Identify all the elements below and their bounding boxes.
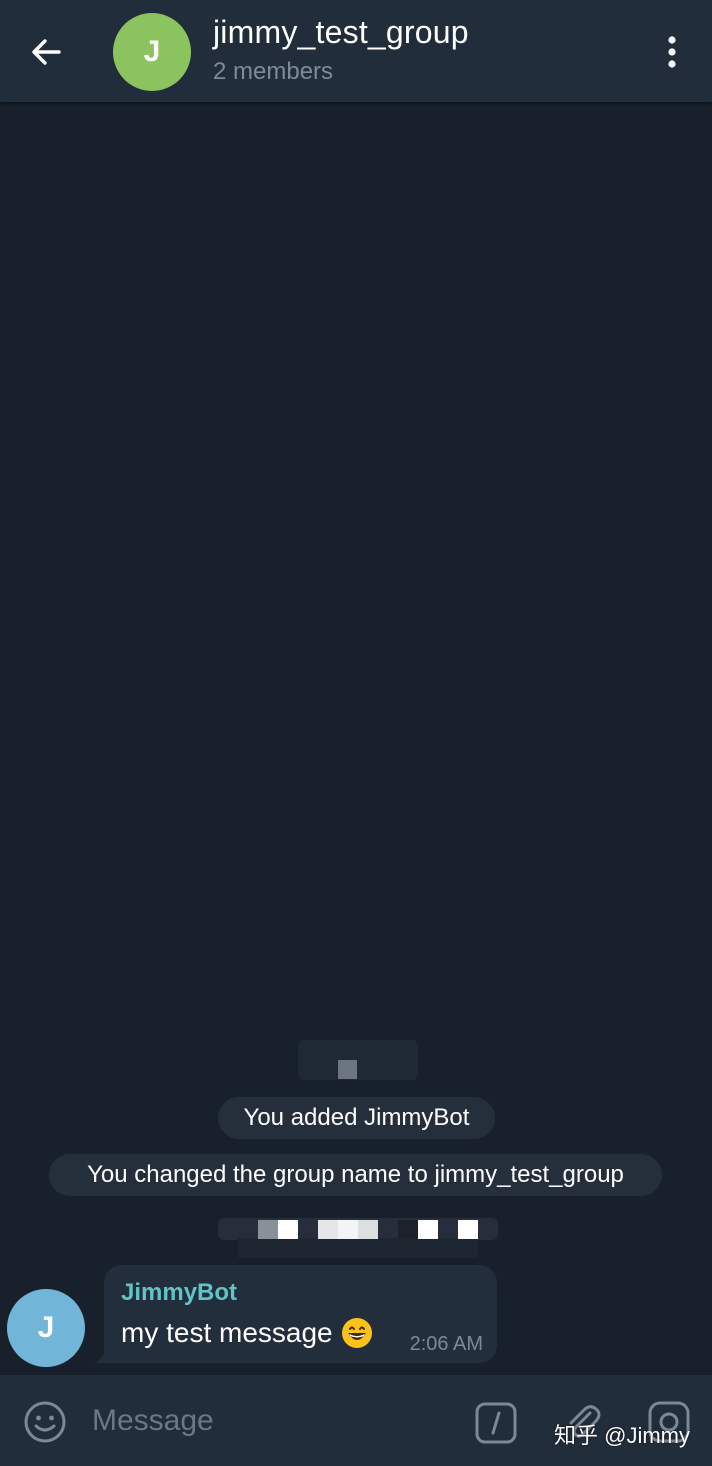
redacted-pixel	[338, 1220, 358, 1239]
grinning-face-emoji-icon	[341, 1318, 372, 1348]
sender-avatar[interactable]: J	[7, 1289, 85, 1367]
slash-command-icon[interactable]	[474, 1401, 518, 1445]
more-vertical-icon	[668, 36, 676, 68]
redacted-pixel	[338, 1060, 357, 1079]
sender-name[interactable]: JimmyBot	[121, 1279, 237, 1307]
redacted-pixel	[358, 1220, 378, 1239]
message-input[interactable]	[92, 1397, 452, 1445]
smile-icon[interactable]	[22, 1399, 68, 1445]
group-title[interactable]: jimmy_test_group	[213, 14, 469, 51]
members-count: 2 members	[213, 58, 334, 85]
redacted-pixel	[418, 1220, 438, 1239]
service-message-added: You added JimmyBot	[218, 1097, 495, 1139]
message-bubble[interactable]: JimmyBot my test message 2:06 AM	[104, 1265, 497, 1363]
redacted-pixel	[258, 1220, 278, 1239]
redacted-date-pill-2	[218, 1218, 498, 1258]
back-arrow-icon	[32, 39, 61, 65]
message-time: 2:06 AM	[409, 1333, 483, 1355]
chat-screen: J jimmy_test_group 2 members You added J…	[0, 0, 712, 1466]
redacted-pixel	[398, 1220, 418, 1239]
chat-header: J jimmy_test_group 2 members	[0, 0, 712, 102]
group-avatar[interactable]: J	[113, 13, 191, 91]
back-button[interactable]	[22, 28, 70, 76]
redacted-pixel	[278, 1220, 298, 1239]
service-message-renamed: You changed the group name to jimmy_test…	[49, 1154, 662, 1196]
redacted-pixel	[318, 1220, 338, 1239]
watermark: 知乎 @Jimmy	[554, 1423, 690, 1448]
redacted-pixel	[458, 1220, 478, 1239]
message-text: my test message	[121, 1317, 333, 1348]
message-text-row: my test message	[121, 1317, 373, 1349]
redacted-background-lower	[238, 1238, 478, 1258]
redacted-date-pill	[298, 1040, 418, 1080]
more-menu-button[interactable]	[650, 28, 694, 76]
